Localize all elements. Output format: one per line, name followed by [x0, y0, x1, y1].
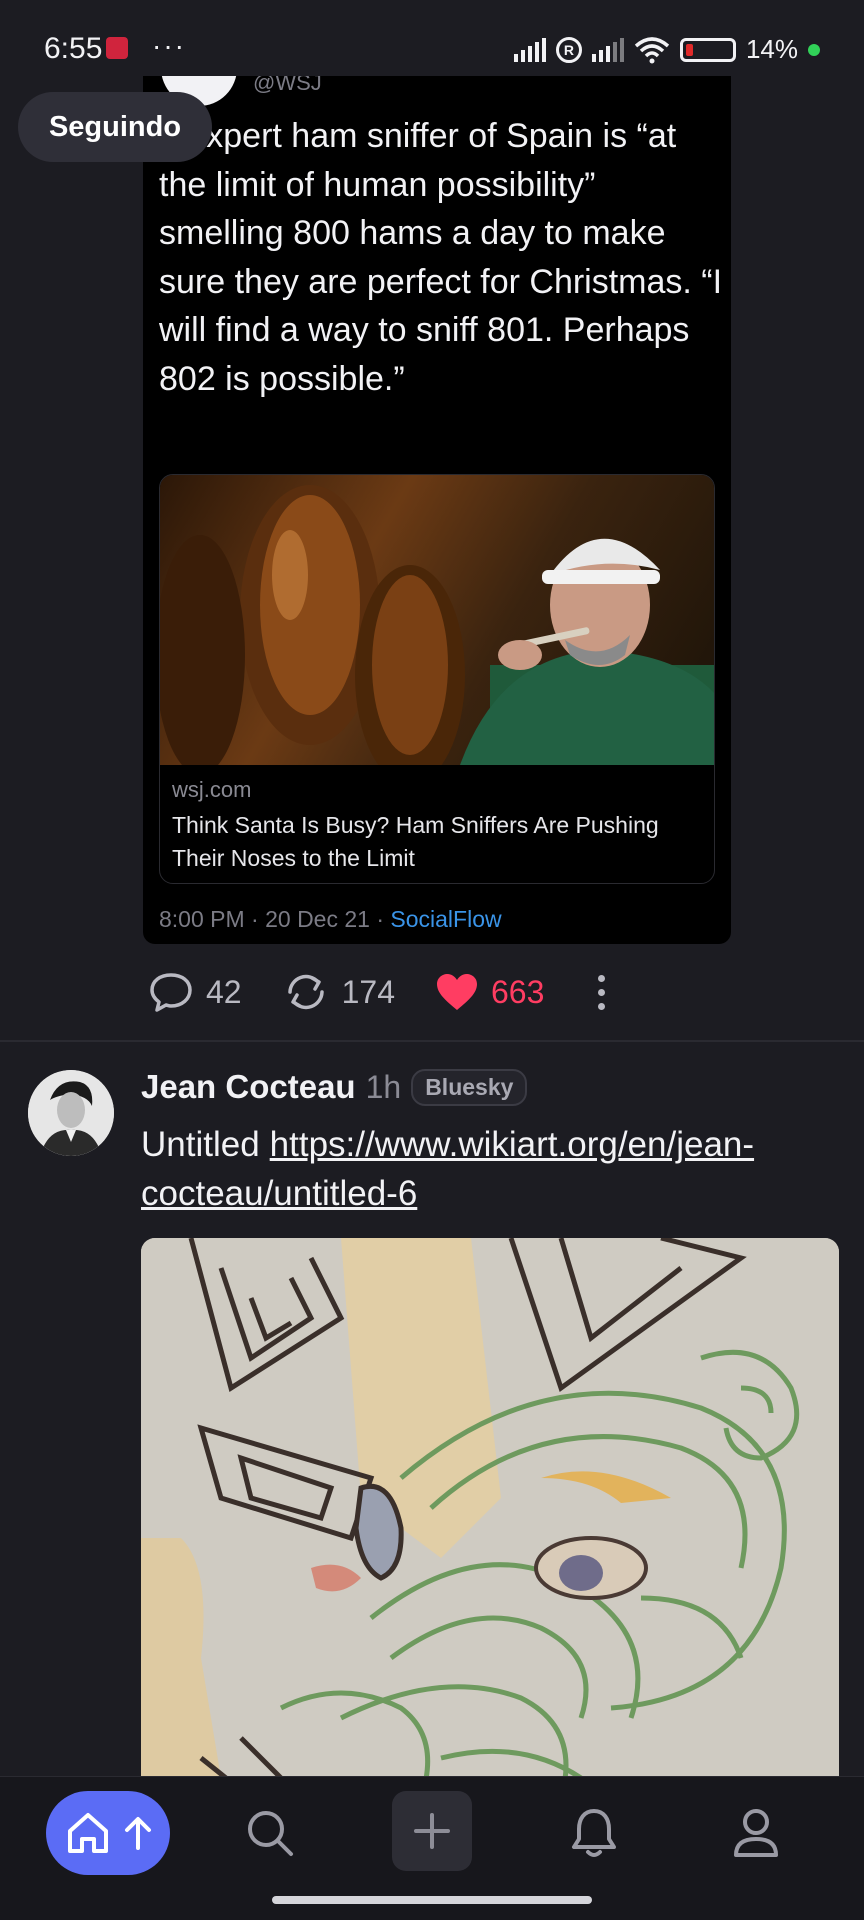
- following-feed-pill[interactable]: Seguindo: [18, 92, 212, 162]
- post-time: 1h: [365, 1068, 402, 1105]
- post-author[interactable]: Jean Cocteau: [141, 1068, 356, 1106]
- ham-sniffer-photo: [160, 475, 714, 765]
- feed-divider: [0, 1040, 864, 1042]
- nav-profile-button[interactable]: [724, 1801, 788, 1865]
- repost-count: 174: [341, 973, 395, 1010]
- search-icon: [248, 1811, 293, 1856]
- battery-icon: [679, 37, 736, 62]
- signal-icon: [591, 37, 624, 62]
- reply-button[interactable]: 42: [148, 971, 242, 1013]
- wifi-icon: [634, 36, 670, 63]
- link-title: Think Santa Is Busy? Ham Sniffers Are Pu…: [172, 812, 659, 871]
- like-count: 663: [490, 973, 545, 1010]
- profile-icon: [734, 1809, 778, 1857]
- status-more-indicator: ···: [152, 30, 186, 61]
- tweet-link-card: wsj.com Think Santa Is Busy? Ham Sniffer…: [159, 474, 715, 884]
- post-image-tweet-screenshot[interactable]: @WSJ e expert ham sniffer of Spain is “a…: [143, 30, 731, 944]
- notification-app-icon: [106, 37, 128, 59]
- post-text-title: Untitled: [141, 1125, 260, 1164]
- nav-compose-button[interactable]: [392, 1791, 472, 1871]
- nav-notifications-button[interactable]: [562, 1801, 626, 1865]
- post-header: Jean Cocteau 1h Bluesky: [141, 1068, 528, 1106]
- status-indicators: R 14%: [513, 34, 820, 65]
- home-indicator[interactable]: [272, 1896, 592, 1904]
- like-button[interactable]: 663: [435, 972, 544, 1012]
- source-badge: Bluesky: [411, 1068, 528, 1106]
- tweet-timestamp: 8:00 PM · 20 Dec 21 ·: [159, 906, 391, 932]
- signal-icon: [513, 37, 546, 62]
- post-image-drawing[interactable]: [141, 1238, 839, 1838]
- nav-search-button[interactable]: [238, 1801, 302, 1865]
- nav-home-button[interactable]: [46, 1791, 170, 1875]
- repost-icon: [287, 974, 324, 1010]
- registered-icon: R: [555, 36, 582, 63]
- arrow-up-icon: [125, 1817, 151, 1850]
- post-text: Untitled https://www.wikiart.org/en/jean-…: [141, 1120, 841, 1218]
- status-bar: 6:55 ··· R 14%: [0, 0, 864, 76]
- bell-icon: [572, 1809, 616, 1857]
- status-time: 6:55: [44, 32, 103, 65]
- heart-icon: [436, 974, 477, 1010]
- tweet-source: SocialFlow: [390, 906, 502, 932]
- charging-dot: [808, 43, 820, 56]
- link-domain: wsj.com: [172, 777, 252, 802]
- more-vertical-icon[interactable]: [594, 974, 608, 1010]
- plus-icon: [414, 1813, 450, 1849]
- repost-button[interactable]: 174: [282, 970, 395, 1014]
- post-actions: 42 174 663: [148, 966, 608, 1018]
- home-icon: [68, 1813, 108, 1853]
- tweet-meta: 8:00 PM · 20 Dec 21 · SocialFlow: [159, 906, 502, 933]
- battery-percent: 14%: [745, 34, 798, 64]
- reply-count: 42: [206, 973, 242, 1010]
- avatar[interactable]: [28, 1070, 114, 1156]
- tweet-text: e expert ham sniffer of Spain is “at the…: [159, 117, 723, 398]
- reply-icon: [150, 973, 192, 1012]
